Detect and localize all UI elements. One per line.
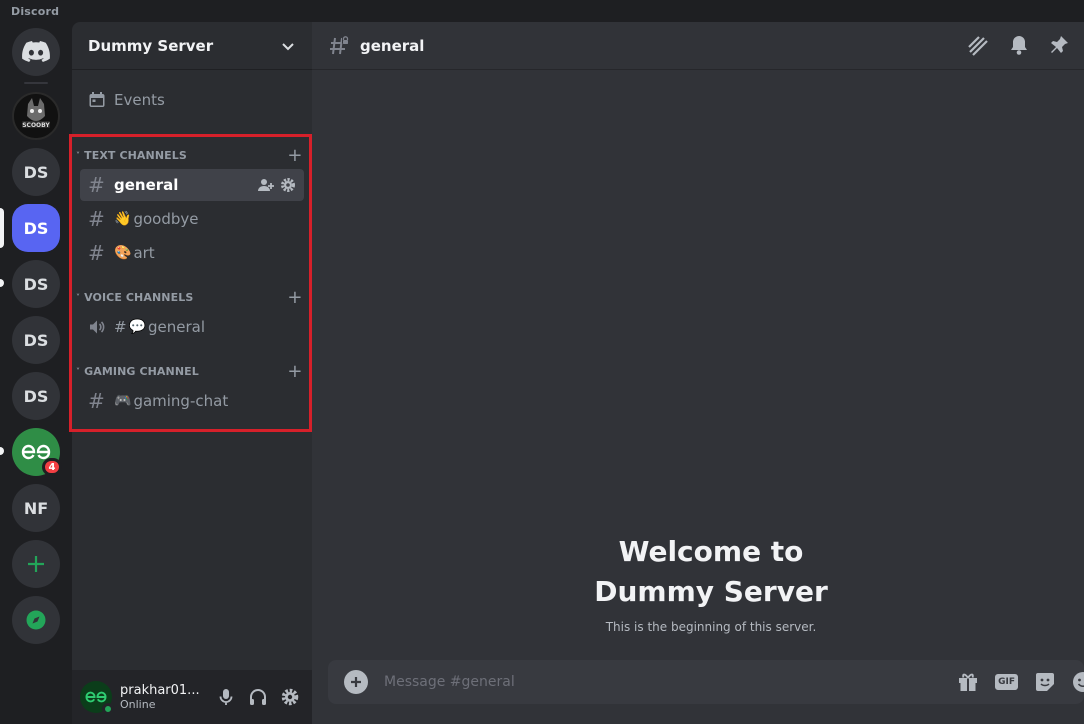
discord-logo-icon [22,41,50,62]
speech-balloon-emoji: 💬 [128,319,147,335]
server-icon-ds-5[interactable]: DS [12,372,60,420]
settings-gear-icon[interactable] [280,687,300,707]
invite-icon[interactable] [258,177,274,193]
user-avatar-logo-icon [85,691,107,703]
server-icon-ds-active[interactable]: DS [12,204,60,252]
create-channel-icon[interactable]: + [286,145,304,166]
plus-icon [351,677,361,687]
chevron-down-icon: ˅ [76,292,81,302]
gif-button[interactable]: GIF [995,674,1018,690]
message-composer: GIF [328,660,1084,704]
channel-art[interactable]: # 🎨 art [80,237,304,269]
server-icon-nf[interactable]: NF [12,484,60,532]
category-label: VOICE CHANNELS [84,290,194,304]
user-panel: prakhar01... Online [72,670,312,724]
welcome-title-line2: Dummy Server [594,575,828,608]
server-header[interactable]: Dummy Server [72,22,312,70]
plus-icon [28,556,44,572]
unread-server-pill [0,279,4,287]
username: prakhar01... [120,683,200,698]
text-channel-icon: # [88,173,105,197]
channel-name: gaming-chat [133,392,229,410]
pin-icon[interactable] [1048,34,1070,56]
sticker-icon[interactable] [1034,671,1056,693]
create-channel-icon[interactable]: + [286,361,304,382]
channel-gaming-chat[interactable]: # 🎮 gaming-chat [80,385,304,417]
emoji-icon[interactable] [1072,671,1084,693]
gift-icon[interactable] [957,671,979,693]
avatar[interactable] [80,681,114,715]
app-title: Discord [11,5,60,18]
calendar-icon [89,92,105,107]
server-rail: SCOOBY DS DS DS DS DS 4 NF [0,22,72,724]
channel-sidebar: Dummy Server Events ˅ TEXT CHANNELS + # … [72,22,312,724]
title-bar: Discord [0,0,1084,22]
rail-separator [24,82,48,84]
events-label: Events [114,91,165,109]
message-input[interactable] [384,674,958,690]
text-channel-icon: # [88,207,105,231]
compass-icon [26,610,46,630]
upload-plus-button[interactable] [344,670,368,694]
chevron-down-icon: ˅ [76,366,81,376]
explore-servers-button[interactable] [12,596,60,644]
speaker-icon [88,318,114,336]
main-chat-area: general Welcome to Dummy Server This is … [312,22,1084,724]
category-label: TEXT CHANNELS [84,148,187,162]
waving-hand-emoji: 👋 [114,211,132,227]
channel-voice-general[interactable]: # 💬 general [80,311,304,343]
server-icon-ds-4[interactable]: DS [12,316,60,364]
chevron-down-icon: ˅ [76,150,81,160]
user-status: Online [120,698,156,711]
server-icon-ds-1[interactable]: DS [12,148,60,196]
user-info[interactable]: prakhar01... Online [120,683,216,711]
text-channel-icon: # [88,389,105,413]
channel-name: art [133,244,155,262]
category-voice-channels[interactable]: ˅ VOICE CHANNELS + [76,287,304,308]
scooby-server-logo-icon: SCOOBY [14,94,58,138]
microphone-icon[interactable] [216,687,236,707]
category-label: GAMING CHANNEL [84,364,199,378]
channel-general[interactable]: # general [80,169,304,201]
geeksforgeeks-logo-icon [21,444,51,460]
online-status-indicator [102,703,114,715]
svg-text:SCOOBY: SCOOBY [22,122,50,129]
channel-header: general [312,22,1084,70]
artist-palette-emoji: 🎨 [114,245,132,261]
add-server-button[interactable] [12,540,60,588]
gear-icon[interactable] [280,177,296,193]
category-text-channels[interactable]: ˅ TEXT CHANNELS + [76,145,304,166]
text-channel-icon: # [88,241,105,265]
active-server-pill [0,208,4,248]
channel-hash-prefix: # [114,318,127,336]
server-icon-ds-3[interactable]: DS [12,260,60,308]
threads-icon[interactable] [966,34,990,58]
unread-server-pill-2 [0,447,4,455]
bell-icon[interactable] [1008,34,1030,56]
chevron-down-icon [282,42,294,50]
discord-home-button[interactable] [12,28,60,76]
headphones-icon[interactable] [248,687,268,707]
welcome-subtitle: This is the beginning of this server. [605,620,817,634]
server-name: Dummy Server [88,36,214,55]
channel-name: general [114,176,179,194]
category-gaming-channel[interactable]: ˅ GAMING CHANNEL + [76,361,304,382]
channel-name: goodbye [133,210,199,228]
channel-title: general [360,36,425,55]
welcome-title-line1: Welcome to [618,535,804,568]
events-item[interactable]: Events [80,84,304,116]
video-game-emoji: 🎮 [114,393,132,409]
channel-name: general [148,318,206,336]
welcome-section: Welcome to Dummy Server This is the begi… [312,532,1084,634]
create-channel-icon[interactable]: + [286,287,304,308]
channel-goodbye[interactable]: # 👋 goodbye [80,203,304,235]
server-icon-scooby[interactable]: SCOOBY [12,92,60,140]
notification-badge: 4 [42,458,62,476]
text-channel-icon [330,35,349,54]
